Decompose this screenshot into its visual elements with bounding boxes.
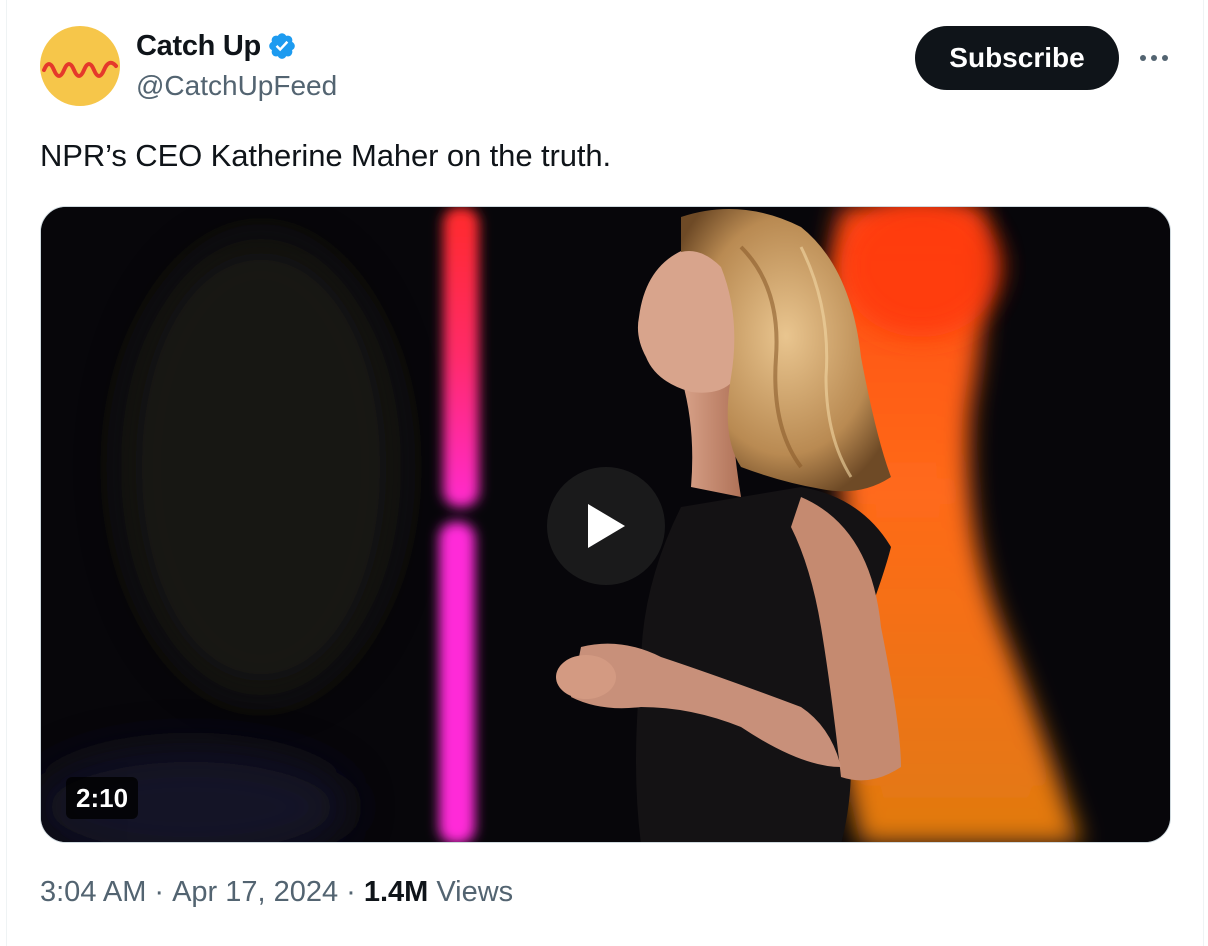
avatar[interactable] bbox=[40, 26, 120, 106]
card-border-left bbox=[6, 0, 7, 946]
more-options-button[interactable] bbox=[1134, 42, 1174, 74]
waveform-logo-icon bbox=[42, 60, 118, 78]
subscribe-button[interactable]: Subscribe bbox=[915, 26, 1119, 90]
meta-separator: · bbox=[154, 876, 165, 908]
tweet-time[interactable]: 3:04 AM bbox=[40, 876, 146, 909]
tweet-meta: 3:04 AM · Apr 17, 2024 · 1.4M Views bbox=[40, 876, 513, 909]
meta-separator: · bbox=[346, 876, 356, 908]
tweet-text: NPR’s CEO Katherine Maher on the truth. bbox=[40, 138, 612, 173]
author-name-row[interactable]: Catch Up bbox=[136, 28, 297, 64]
card-border-right bbox=[1203, 0, 1204, 946]
views-count[interactable]: 1.4M bbox=[364, 876, 428, 909]
video-player[interactable]: 2:10 bbox=[40, 206, 1171, 843]
author-handle[interactable]: @CatchUpFeed bbox=[136, 70, 337, 102]
more-horizontal-icon bbox=[1140, 55, 1168, 61]
tweet-date[interactable]: Apr 17, 2024 bbox=[172, 876, 338, 909]
play-button[interactable] bbox=[547, 467, 665, 585]
video-duration-badge: 2:10 bbox=[66, 777, 139, 819]
verified-badge-icon[interactable] bbox=[267, 31, 297, 61]
author-display-name[interactable]: Catch Up bbox=[136, 30, 261, 63]
play-icon bbox=[588, 504, 625, 548]
views-label[interactable]: Views bbox=[436, 876, 513, 909]
